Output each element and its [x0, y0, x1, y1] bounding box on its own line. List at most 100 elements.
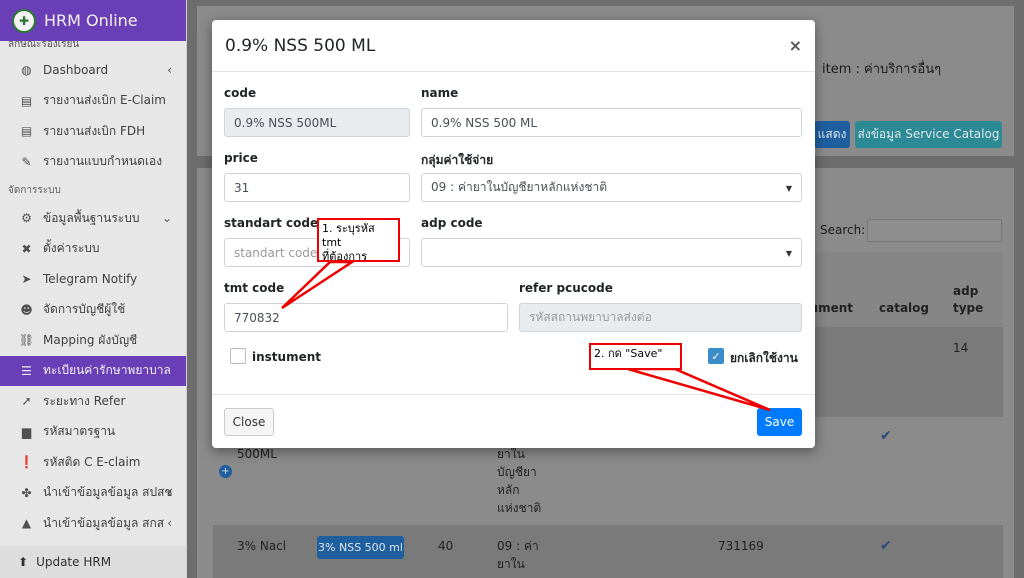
bg-row3-name-badge[interactable]: 3% NSS 500 ml — [317, 536, 404, 559]
sidebar-cut-header: ลักษณะร้องเรียน — [8, 41, 80, 50]
refer-pcucode-label: refer pcucode — [519, 281, 613, 295]
bg-row1-adp-type: 14 — [953, 341, 969, 355]
sidebar-footer-update[interactable]: ⬆ Update HRM — [0, 546, 186, 578]
bg-col-catalog[interactable]: catalog — [879, 300, 929, 316]
annotation-note-save: 2. กด "Save" — [589, 343, 682, 370]
edit-item-modal: 0.9% NSS 500 ML × code 0.9% NSS 500ML na… — [212, 20, 815, 448]
bg-show-button[interactable]: แสดง — [814, 121, 850, 148]
sidebar-item-telegram[interactable]: ➤ Telegram Notify — [0, 264, 186, 295]
chevron-left-icon: ‹ — [167, 63, 172, 78]
sidebar-item-label: รายงานส่งเบิก FDH — [43, 123, 146, 138]
chevron-left-icon: ‹ — [167, 485, 172, 500]
adp-code-label: adp code — [421, 216, 483, 230]
caret-down-icon: ▼ — [785, 184, 792, 193]
triangle-icon: ▲ — [21, 516, 32, 531]
adp-code-select[interactable]: ▼ — [421, 238, 802, 267]
custom-report-icon: ✎ — [21, 154, 32, 169]
sidebar-item-label: ระยะทาง Refer — [43, 393, 126, 408]
refer-pcucode-field[interactable]: รหัสสถานพยาบาลส่งต่อ — [519, 303, 802, 332]
sidebar-item-label: ข้อมูลพื้นฐานระบบ — [43, 210, 140, 225]
modal-header: 0.9% NSS 500 ML × — [212, 20, 815, 72]
annotation-note-tmt-line1: 1. ระบุรหัส tmt — [322, 222, 375, 249]
exclamation-icon: ❗ — [19, 455, 34, 470]
report-icon: ▤ — [20, 124, 33, 139]
bg-row2-catalog-check-icon: ✔ — [880, 428, 892, 444]
sidebar-item-label: จัดการบัญชีผู้ใช้ — [43, 302, 126, 317]
chevron-left-icon: ‹ — [167, 516, 172, 531]
puzzle-icon: ✤ — [21, 485, 32, 500]
users-gear-icon: ⚙ — [21, 211, 32, 226]
mapping-icon: ⛓ — [18, 333, 35, 348]
sidebar-item-label: รหัสมาตรฐาน — [43, 424, 116, 439]
sidebar-item-standard-code[interactable]: ▆ รหัสมาตรฐาน — [0, 417, 186, 448]
bg-row2-name: 500ML — [237, 447, 277, 461]
bg-item-text: item : ค่าบริการอื่นๆ — [822, 62, 942, 77]
sidebar-item-medical-fees[interactable]: ☰ ทะเบียนค่ารักษาพยาบาล — [0, 355, 186, 386]
sidebar-item-import-nhso[interactable]: ✤ นำเข้าข้อมูลข้อมูล สปสช ‹ — [0, 478, 186, 509]
telegram-icon: ➤ — [21, 272, 32, 287]
expense-group-select[interactable]: 09 : ค่ายาในบัญชียาหลักแห่งชาติ ▼ — [421, 173, 802, 202]
file-code-icon: ▆ — [21, 424, 32, 439]
sidebar-item-import-cgd[interactable]: ▲ นำเข้าข้อมูลข้อมูล สกส ‹ — [0, 508, 186, 539]
sidebar-item-label: ทะเบียนค่ารักษาพยาบาล — [43, 363, 171, 378]
sidebar-item-custom-report[interactable]: ✎ รายงานแบบกำหนดเอง — [0, 147, 186, 178]
code-label: code — [224, 86, 257, 100]
code-field[interactable]: 0.9% NSS 500ML — [224, 108, 410, 137]
sidebar-item-label: นำเข้าข้อมูลข้อมูล สปสช — [43, 485, 173, 500]
bg-row2-group-2: บัญชียา — [497, 465, 537, 479]
sidebar-footer-label: Update HRM — [36, 555, 112, 569]
close-button[interactable]: Close — [224, 408, 274, 436]
sidebar-item-label: รายงานแบบกำหนดเอง — [43, 154, 163, 169]
sidebar-item-label: รายงานส่งเบิก E-Claim — [43, 93, 166, 108]
bg-row2-group-1: ยาใน — [497, 447, 525, 461]
bg-search-input[interactable] — [867, 219, 1002, 242]
bg-search-label: Search: — [820, 223, 866, 237]
report-icon: ▤ — [20, 93, 33, 108]
dashboard-icon: ◍ — [21, 63, 32, 78]
sidebar-item-fdh-report[interactable]: ▤ รายงานส่งเบิก FDH — [0, 116, 186, 147]
instument-label: instument — [252, 350, 321, 364]
bg-row3-tmt: 731169 — [718, 539, 764, 553]
sidebar-item-refer-distance[interactable]: ➚ ระยะทาง Refer — [0, 386, 186, 417]
standard-code-label: standart code — [224, 216, 319, 230]
bg-service-catalog-button[interactable]: ส่งข้อมูล Service Catalog — [855, 121, 1002, 148]
close-icon[interactable]: × — [789, 36, 802, 55]
bg-col-adp-type-1[interactable]: adp — [953, 283, 978, 299]
sidebar-item-users[interactable]: ☻ จัดการบัญชีผู้ใช้ — [0, 295, 186, 326]
modal-title: 0.9% NSS 500 ML — [225, 35, 376, 56]
save-button[interactable]: Save — [757, 408, 802, 436]
sidebar-item-label: ตั้งค่าระบบ — [43, 241, 100, 256]
sidebar-item-eclaim-report[interactable]: ▤ รายงานส่งเบิก E-Claim — [0, 86, 186, 117]
instument-checkbox[interactable] — [230, 348, 246, 364]
check-icon: ✓ — [711, 349, 721, 363]
sidebar-item-eclaim-c[interactable]: ❗ รหัสติด C E-claim — [0, 447, 186, 478]
update-icon: ⬆ — [18, 555, 29, 569]
sidebar-item-label: Dashboard — [43, 63, 109, 78]
caret-down-icon: ▼ — [785, 249, 792, 258]
bg-col-adp-type-2[interactable]: type — [953, 300, 983, 316]
chevron-down-icon: ⌄ — [161, 211, 172, 226]
sidebar-item-label: รหัสติด C E-claim — [43, 454, 141, 469]
price-field[interactable]: 31 — [224, 173, 410, 202]
name-field[interactable]: 0.9% NSS 500 ML — [421, 108, 802, 137]
app-title: HRM Online — [44, 11, 138, 30]
users-icon: ☻ — [20, 302, 33, 317]
price-label: price — [224, 151, 258, 165]
bg-col-instument[interactable]: ıment — [814, 300, 853, 316]
sidebar-item-dashboard[interactable]: ◍ Dashboard ‹ — [0, 55, 186, 86]
sidebar-item-label: Telegram Notify — [43, 272, 138, 287]
brand[interactable]: ✚ HRM Online — [0, 0, 186, 41]
expense-group-label: กลุ่มค่าใช้จ่าย — [421, 153, 494, 167]
sidebar-item-mapping[interactable]: ⛓ Mapping ผังบัญชี — [0, 325, 186, 356]
cancel-use-checkbox[interactable]: ✓ — [708, 348, 724, 364]
bg-row3-group-1: 09 : ค่า — [497, 539, 539, 553]
sidebar-item-base-data[interactable]: ⚙ ข้อมูลพื้นฐานระบบ ⌄ — [0, 203, 186, 234]
brand-logo-icon: ✚ — [12, 8, 36, 33]
bg-row2-group-3: หลัก — [497, 483, 520, 497]
sidebar-section-label: จัดการระบบ — [8, 184, 61, 196]
tmt-code-field[interactable]: 770832 — [224, 303, 508, 332]
bg-row3-price: 40 — [438, 539, 454, 553]
expand-row-icon[interactable]: + — [219, 465, 232, 478]
annotation-note-tmt-line2: ที่ต้องการ — [322, 250, 368, 263]
sidebar-item-settings[interactable]: ✖ ตั้งค่าระบบ — [0, 234, 186, 265]
